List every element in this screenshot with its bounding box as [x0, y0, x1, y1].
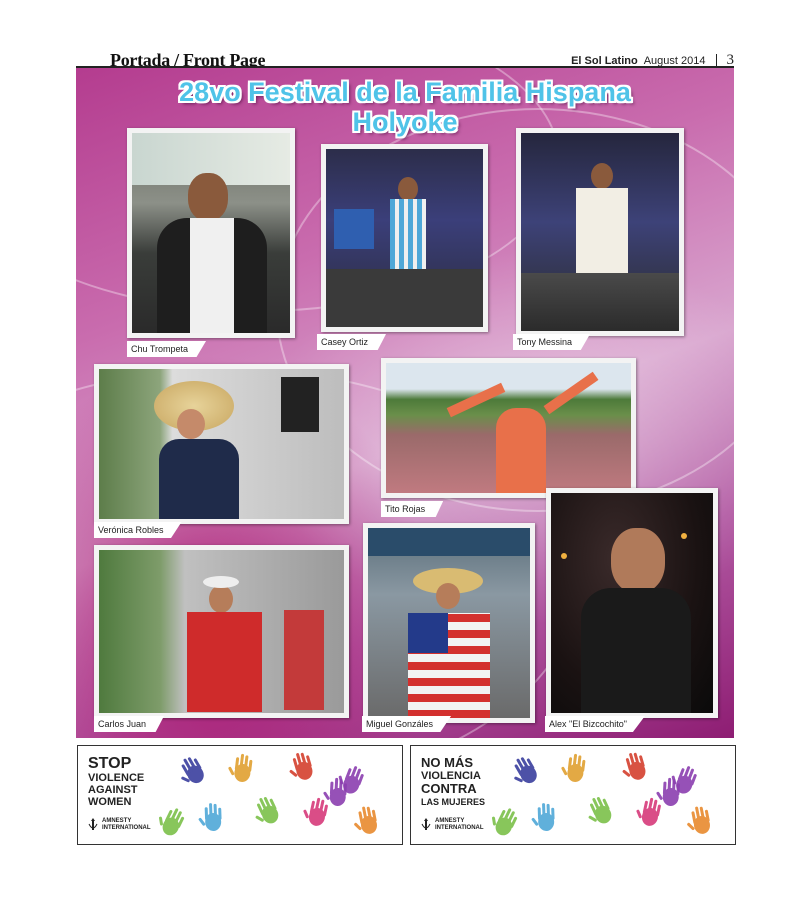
performer-photo	[132, 133, 290, 333]
candle-icon	[88, 818, 98, 830]
photo-casey-ortiz[interactable]	[321, 144, 488, 332]
ad-slogan: NO MÁS VIOLENCIA CONTRA LAS MUJERES	[421, 756, 485, 808]
photo-tito-rojas[interactable]	[381, 358, 636, 498]
feature-panel: 28vo Festival de la Familia Hispana Holy…	[76, 68, 734, 738]
handprint-icon	[350, 801, 386, 838]
handprint-icon	[559, 750, 593, 785]
performer-photo	[521, 133, 679, 331]
ad-line: STOP	[88, 755, 132, 772]
photo-caption: Tito Rojas	[381, 501, 444, 517]
photo-carlos-juan[interactable]	[94, 545, 349, 718]
handprint-icon	[683, 801, 719, 838]
issue-date: August 2014	[643, 54, 706, 67]
handprint-icon	[617, 746, 655, 785]
ad-stop-violence[interactable]: STOP VIOLENCE AGAINST WOMEN AMNESTY INTER…	[77, 745, 403, 845]
handprint-icon	[153, 801, 194, 843]
candle-icon	[421, 818, 431, 830]
ad-line: LAS MUJERES	[421, 797, 486, 807]
performer-photo	[386, 363, 631, 493]
ad-line: AGAINST	[88, 784, 138, 796]
photo-tony-messina[interactable]	[516, 128, 684, 336]
photo-alex-el-bizcochito[interactable]	[546, 488, 718, 718]
handprint-icon	[248, 789, 289, 831]
ad-no-mas-violencia[interactable]: NO MÁS VIOLENCIA CONTRA LAS MUJERES AMNE…	[410, 745, 736, 845]
photo-caption: Chu Trompeta	[127, 341, 207, 357]
handprint-icon	[226, 750, 260, 785]
handprint-icon	[530, 800, 561, 833]
handprint-icon	[505, 749, 547, 792]
org-name: AMNESTY	[435, 818, 465, 824]
performer-photo	[551, 493, 713, 713]
publication-name: El Sol Latino	[571, 54, 638, 67]
performer-photo	[326, 149, 483, 327]
handprint-icon	[322, 775, 354, 809]
ad-line: VIOLENCE	[88, 772, 145, 784]
org-name: INTERNATIONAL	[102, 825, 151, 831]
handprint-icon	[581, 789, 622, 831]
amnesty-logo: AMNESTY INTERNATIONAL	[88, 818, 151, 832]
photo-caption: Miguel Gonzáles	[362, 716, 452, 732]
photo-miguel-gonzales[interactable]	[363, 523, 535, 723]
performer-photo	[99, 550, 344, 713]
performer-photo	[99, 369, 344, 519]
ad-line: WOMEN	[88, 796, 132, 808]
handprint-icon	[655, 775, 687, 809]
ad-line: CONTRA	[421, 781, 477, 796]
photo-caption: Carlos Juan	[94, 716, 165, 732]
handprint-icon	[486, 801, 527, 843]
feature-title: 28vo Festival de la Familia Hispana	[179, 77, 631, 107]
org-name: AMNESTY	[102, 818, 132, 824]
photo-caption: Alex "El Bizcochito"	[545, 716, 645, 732]
performer-photo	[368, 528, 530, 718]
handprint-icon	[197, 800, 228, 833]
handprint-icon	[284, 746, 322, 785]
ad-line: NO MÁS	[421, 755, 473, 770]
photo-chu-trompeta[interactable]	[127, 128, 295, 338]
photo-caption: Tony Messina	[513, 334, 591, 350]
ad-slogan: STOP VIOLENCE AGAINST WOMEN	[88, 755, 145, 809]
org-name: INTERNATIONAL	[435, 825, 484, 831]
photo-caption: Verónica Robles	[94, 522, 182, 538]
photo-veronica-robles[interactable]	[94, 364, 349, 524]
amnesty-logo: AMNESTY INTERNATIONAL	[421, 818, 484, 832]
photo-caption: Casey Ortiz	[317, 334, 387, 350]
handprint-icon	[172, 749, 214, 792]
